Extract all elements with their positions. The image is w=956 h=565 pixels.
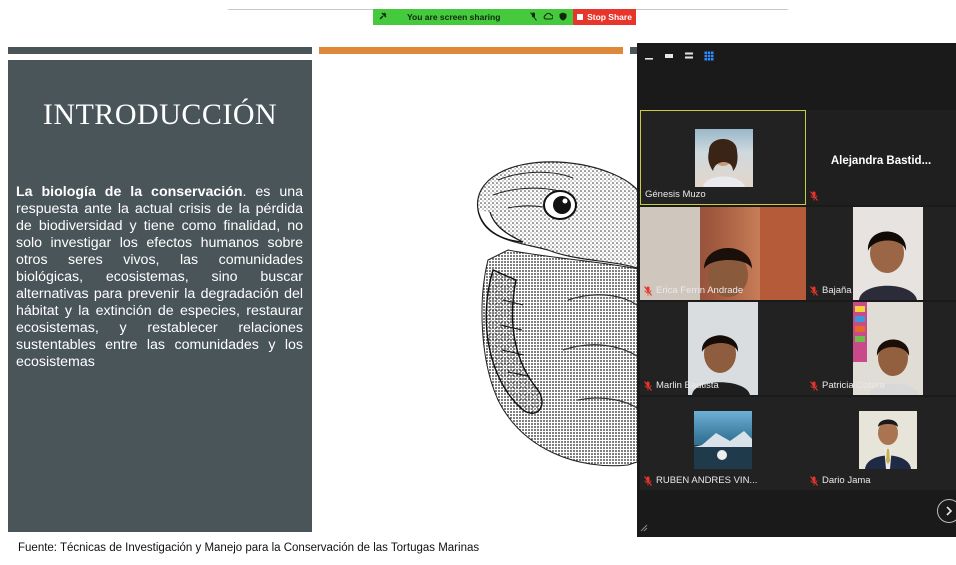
participant-video xyxy=(853,207,923,300)
shield-icon[interactable] xyxy=(559,12,567,23)
participant-label: Génesis Muzo xyxy=(645,189,706,200)
participant-tile[interactable]: Erica Ferrin Andrade xyxy=(640,207,806,300)
participant-label: Dario Jama xyxy=(810,475,871,486)
mic-muted-icon xyxy=(810,285,818,296)
slide-source-caption: Fuente: Técnicas de Investigación y Mane… xyxy=(18,542,480,554)
sea-turtle-illustration xyxy=(477,161,643,467)
chevron-right-icon xyxy=(945,503,953,519)
mic-muted-icon xyxy=(810,475,818,486)
participant-label: RUBEN ANDRES VIN... xyxy=(644,475,757,486)
slide-text-panel: INTRODUCCIÓN La biología de la conservac… xyxy=(8,60,312,532)
pin-icon[interactable] xyxy=(379,12,389,22)
view-toolbar xyxy=(643,51,715,61)
participant-name: Marlin Bautista xyxy=(656,380,719,391)
participant-name: Génesis Muzo xyxy=(645,189,706,200)
mic-muted-icon[interactable] xyxy=(530,11,537,23)
participant-name: Patricia Cotera xyxy=(822,380,885,391)
screen-share-bar: You are screen sharing Stop Share xyxy=(373,9,636,25)
mic-muted-icon xyxy=(810,191,818,201)
stop-share-label: Stop Share xyxy=(587,12,632,22)
participant-video xyxy=(694,411,752,469)
cloud-icon[interactable] xyxy=(543,12,554,23)
meeting-video-panel: Génesis Muzo Alejandra Bastid... Erica F… xyxy=(637,43,956,537)
participant-label: Marlin Bautista xyxy=(644,380,719,391)
participant-tile[interactable]: Dario Jama xyxy=(806,397,956,490)
stop-icon xyxy=(577,14,584,20)
participant-tile[interactable]: RUBEN ANDRES VIN... xyxy=(640,397,806,490)
resize-handle-icon[interactable] xyxy=(640,524,648,534)
slide-title: INTRODUCCIÓN xyxy=(42,98,278,131)
participant-name: Erica Ferrin Andrade xyxy=(656,285,744,296)
mic-muted-icon xyxy=(644,285,652,296)
mic-muted-icon xyxy=(810,380,818,391)
slide-accent-bar xyxy=(319,47,623,54)
slide-body: La biología de la conservación. es una r… xyxy=(16,184,303,371)
participant-name: RUBEN ANDRES VIN... xyxy=(656,475,758,486)
stop-share-button[interactable]: Stop Share xyxy=(573,9,636,25)
participant-name: Dario Jama xyxy=(822,475,871,486)
share-status: You are screen sharing xyxy=(373,9,573,25)
speaker-view-icon[interactable] xyxy=(683,51,695,61)
slide-body-bold: La biología de la conservación xyxy=(16,184,243,200)
share-status-text: You are screen sharing xyxy=(407,12,501,22)
gallery-view-icon[interactable] xyxy=(703,51,715,61)
participant-tile[interactable]: Marlin Bautista xyxy=(640,302,806,395)
participant-tile[interactable]: Bajaña xyxy=(806,207,956,300)
participant-label: Patricia Cotera xyxy=(810,380,885,391)
participant-label xyxy=(810,191,818,201)
mic-muted-icon xyxy=(644,380,652,391)
participant-name-display: Alejandra Bastid... xyxy=(830,155,932,167)
next-page-button[interactable] xyxy=(937,499,956,523)
thumbnail-view-icon[interactable] xyxy=(663,51,675,61)
participant-label: Bajaña xyxy=(810,285,852,296)
slide-body-text: . es una respuesta ante la actual crisis… xyxy=(16,184,303,370)
minimize-icon[interactable] xyxy=(643,51,655,61)
participant-name: Bajaña xyxy=(822,285,852,296)
participant-tile[interactable]: Génesis Muzo xyxy=(640,110,806,205)
participant-tile[interactable]: Alejandra Bastid... xyxy=(806,110,956,205)
slide-header-bar xyxy=(8,47,312,54)
participant-label: Erica Ferrin Andrade xyxy=(644,285,743,296)
mic-muted-icon xyxy=(644,475,652,486)
participant-tile[interactable]: Patricia Cotera xyxy=(806,302,956,395)
participant-video xyxy=(859,411,917,469)
participant-video xyxy=(695,129,753,187)
